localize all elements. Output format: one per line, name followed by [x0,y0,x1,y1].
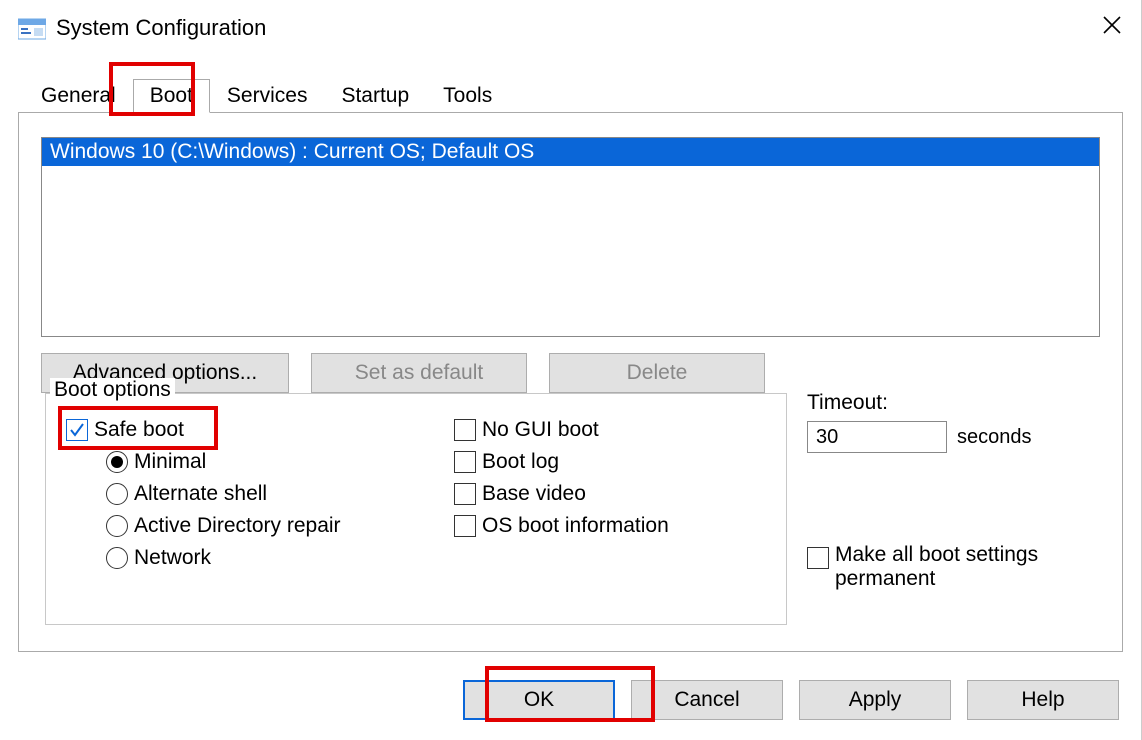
os-list[interactable]: Windows 10 (C:\Windows) : Current OS; De… [41,137,1100,337]
os-boot-info-label: OS boot information [482,514,669,538]
checkbox-icon [454,419,476,441]
boot-options-left-column: Safe boot Minimal Alternate shell Active… [66,418,341,578]
os-list-item[interactable]: Windows 10 (C:\Windows) : Current OS; De… [42,138,1099,166]
os-boot-info-checkbox[interactable]: OS boot information [454,514,669,538]
no-gui-boot-label: No GUI boot [482,418,599,442]
window-title: System Configuration [56,15,266,41]
boot-panel: Windows 10 (C:\Windows) : Current OS; De… [18,112,1123,652]
tab-tools[interactable]: Tools [426,79,509,113]
boot-options-legend: Boot options [50,378,175,402]
tabs-row: General Boot Services Startup Tools [24,76,1141,112]
make-permanent-label: Make all boot settings permanent [835,543,1107,591]
close-button[interactable] [1085,6,1139,46]
radio-alt-shell-label: Alternate shell [134,482,267,506]
tab-general[interactable]: General [24,79,133,113]
radio-minimal-label: Minimal [134,450,206,474]
set-as-default-button: Set as default [311,353,527,393]
boot-options-group: Boot options Safe boot Minimal Alternate… [45,393,787,625]
boot-options-right-column: No GUI boot Boot log Base video OS boot … [454,418,669,546]
no-gui-boot-checkbox[interactable]: No GUI boot [454,418,669,442]
radio-icon [106,515,128,537]
tab-boot[interactable]: Boot [133,79,210,113]
radio-minimal[interactable]: Minimal [106,450,341,474]
checkbox-icon [454,483,476,505]
safe-boot-checkbox[interactable]: Safe boot [66,418,341,442]
timeout-suffix: seconds [957,426,1032,449]
dialog-buttons: OK Cancel Apply Help [463,680,1119,720]
checkbox-icon [454,451,476,473]
checkbox-icon [66,419,88,441]
boot-log-checkbox[interactable]: Boot log [454,450,669,474]
radio-network-label: Network [134,546,211,570]
delete-button: Delete [549,353,765,393]
panel-button-row: Advanced options... Set as default Delet… [41,353,1100,393]
radio-icon [106,483,128,505]
apply-button[interactable]: Apply [799,680,951,720]
checkbox-icon [807,547,829,569]
system-configuration-window: System Configuration General Boot Servic… [0,0,1142,740]
close-icon [1103,16,1121,34]
ok-button[interactable]: OK [463,680,615,720]
boot-log-label: Boot log [482,450,559,474]
make-permanent-checkbox[interactable]: Make all boot settings permanent [807,543,1107,591]
radio-ad-repair[interactable]: Active Directory repair [106,514,341,538]
msconfig-icon [18,16,46,40]
base-video-label: Base video [482,482,586,506]
timeout-block: Timeout: seconds [807,391,1032,453]
checkbox-icon [454,515,476,537]
tab-startup[interactable]: Startup [324,79,426,113]
cancel-button[interactable]: Cancel [631,680,783,720]
radio-icon [106,547,128,569]
help-button[interactable]: Help [967,680,1119,720]
radio-ad-repair-label: Active Directory repair [134,514,341,538]
base-video-checkbox[interactable]: Base video [454,482,669,506]
titlebar: System Configuration [0,0,1141,46]
safe-boot-label: Safe boot [94,418,184,442]
timeout-label: Timeout: [807,391,1032,415]
radio-network[interactable]: Network [106,546,341,570]
radio-icon [106,451,128,473]
tab-services[interactable]: Services [210,79,325,113]
timeout-input[interactable] [807,421,947,453]
radio-alternate-shell[interactable]: Alternate shell [106,482,341,506]
